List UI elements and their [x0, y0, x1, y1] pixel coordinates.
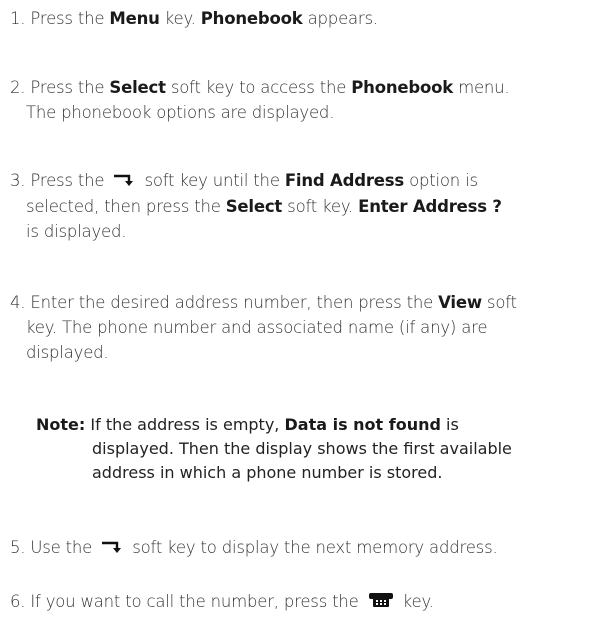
note-label: Note: [36, 415, 86, 434]
phonebook-label: Phonebook [200, 9, 303, 28]
step-text: Press the [30, 9, 105, 28]
select-key-label: Select [225, 197, 283, 216]
step-6: 6. If you want to call the number, press… [10, 589, 595, 615]
down-arrow-soft-key-icon [101, 536, 123, 561]
step-4: 4. Enter the desired address number, the… [10, 293, 517, 362]
step-number: 4. [10, 293, 26, 312]
down-arrow-soft-key-icon [113, 169, 135, 194]
step-5: 5. Use the soft key to display the next … [10, 535, 595, 561]
view-key-label: View [438, 293, 482, 312]
step-2: 2. Press the Select soft key to access t… [10, 75, 595, 125]
data-not-found-label: Data is not found [284, 415, 441, 434]
step-3: 3. Press the soft key until the Find Add… [10, 169, 502, 241]
instruction-page: 1. Press the Menu key. Phonebook appears… [0, 0, 604, 627]
step-1: 1. Press the Menu key. Phonebook appears… [10, 9, 378, 28]
note-box: Note: If the address is empty, Data is n… [36, 415, 512, 482]
step-number: 3. [10, 171, 26, 190]
step-number: 5. [10, 538, 26, 557]
select-key-label: Select [109, 78, 166, 97]
find-address-label: Find Address [284, 171, 405, 190]
step-number: 2. [10, 78, 26, 97]
step-number: 1. [10, 9, 26, 28]
send-phone-key-icon [368, 590, 394, 615]
phonebook-label: Phonebook [351, 78, 454, 97]
enter-address-label: Enter Address ? [358, 197, 502, 216]
step-text-continued: The phonebook options are displayed. [26, 103, 335, 122]
menu-key-label: Menu [109, 9, 160, 28]
step-number: 6. [10, 592, 26, 611]
